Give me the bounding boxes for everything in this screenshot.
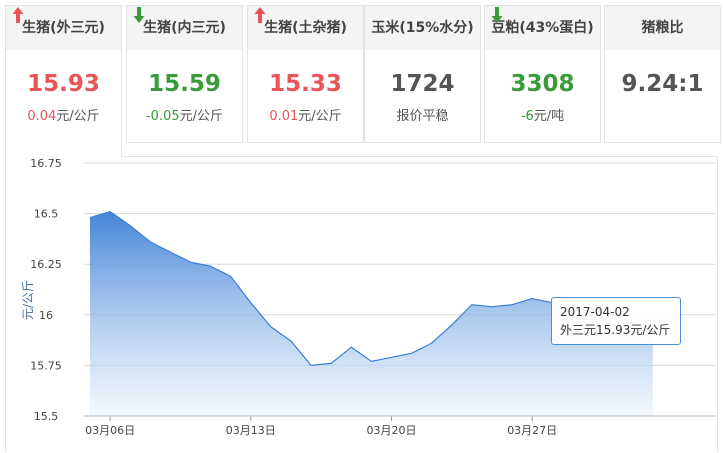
price-card-1[interactable]: 生猪(内三元) 15.59 -0.05元/公斤 [126,5,243,143]
x-tick-label: 03月27日 [507,424,557,437]
card-price-value: 3308 [510,71,575,97]
price-card-5[interactable]: 猪粮比 9.24:1 [604,5,721,143]
price-card-2[interactable]: 生猪(土杂猪) 15.33 0.01元/公斤 [247,5,364,143]
card-change: 0.04元/公斤 [6,105,121,124]
card-change-unit: 元/吨 [533,109,565,124]
card-price: 9.24:1 [605,69,720,99]
card-change: -0.05元/公斤 [127,105,242,124]
card-price: 3308 [485,7,600,99]
card-change-unit: 报价平稳 [396,109,449,124]
x-tick-label: 03月20日 [367,424,417,437]
card-change-unit: 元/公斤 [298,109,342,124]
card-change-value: 0.04 [27,109,57,124]
x-tick-label: 03月06日 [85,424,135,437]
card-price-value: 15.33 [269,71,342,97]
card-price-value: 9.24:1 [621,71,704,97]
card-price-value: 15.59 [148,71,221,97]
card-change: 报价平稳 [365,105,480,124]
x-tick-label: 03月13日 [226,424,276,437]
price-card-3[interactable]: 玉米(15%水分) 1724 报价平稳 [364,5,481,143]
card-price: 15.93 [6,7,121,99]
card-price: 15.59 [127,7,242,99]
card-change-value: -6 [520,109,534,124]
y-tick-label: 16 [39,309,53,322]
y-tick-label: 15.5 [34,410,59,423]
card-change-value: 0.01 [269,109,299,124]
y-tick-label: 16.75 [30,157,62,170]
card-price: 15.33 [248,7,363,99]
card-title: 玉米(15%水分) [365,6,480,50]
card-change-unit: 元/公斤 [56,109,100,124]
price-card-0[interactable]: 生猪(外三元) 15.93 0.04元/公斤 [5,5,122,157]
y-axis-label: 元/公斤 [21,280,35,320]
arrow-up-icon [12,7,24,23]
arrow-down-icon [133,7,145,23]
card-change: -6元/吨 [485,105,600,124]
chart-tooltip: 2017-04-02 外三元15.93元/公斤 [551,297,681,345]
y-tick-label: 16.5 [34,208,59,221]
card-price-value: 15.93 [27,71,100,97]
arrow-up-icon [254,7,266,23]
card-change-unit: 元/公斤 [179,109,224,124]
y-tick-label: 16.25 [30,258,62,271]
card-change-value: -0.05 [145,109,180,124]
y-tick-label: 15.75 [30,359,62,372]
price-card-4[interactable]: 豆粕(43%蛋白) 3308 -6元/吨 [484,5,601,143]
price-cards: 生猪(外三元) 15.93 0.04元/公斤 生猪(内三元) 15.59 -0.05元/公… [0,0,723,157]
card-title: 猪粮比 [605,6,720,50]
tooltip-date: 2017-04-02 [560,305,630,319]
tooltip-value: 外三元15.93元/公斤 [560,323,671,337]
arrow-down-icon [491,7,503,23]
card-change: 0.01元/公斤 [248,105,363,124]
card-price-value: 1724 [390,71,455,97]
card-price: 1724 [365,69,480,99]
